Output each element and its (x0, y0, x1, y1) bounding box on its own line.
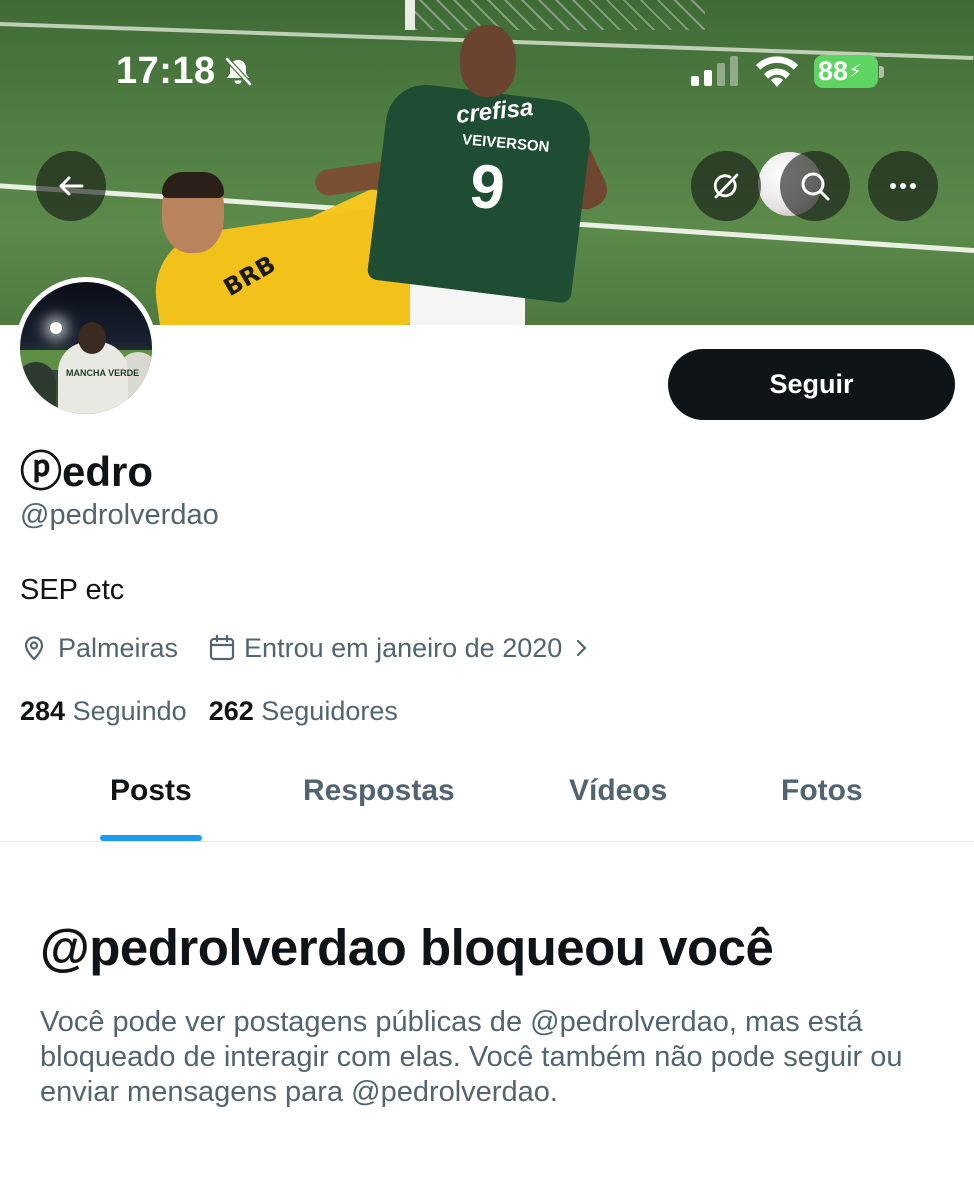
avatar-shirt-text: MANCHA VERDE (66, 368, 140, 378)
bell-slash-icon (225, 57, 252, 86)
tab-videos[interactable]: Vídeos (569, 774, 667, 808)
join-date-label[interactable]: Entrou em janeiro de 2020 (244, 633, 562, 664)
battery-charging-icon: 88 ⚡ (814, 55, 878, 88)
followers-link[interactable]: 262 Seguidores (209, 696, 398, 727)
location-label: Palmeiras (58, 632, 179, 663)
blocked-message: Você pode ver postagens públicas de @ped… (40, 1006, 903, 1108)
following-link[interactable]: 284 Seguindo (20, 696, 187, 727)
chevron-right-icon[interactable] (570, 637, 592, 659)
location-pin-icon (24, 636, 44, 661)
grok-button[interactable] (691, 151, 761, 221)
goalkeeper-hair (162, 172, 224, 198)
goal-net (405, 0, 705, 30)
cellular-signal-icon (691, 56, 738, 86)
follow-counts: 284 Seguindo 262 Seguidores (20, 696, 398, 727)
bio: SEP etc (20, 574, 125, 606)
back-button[interactable] (36, 151, 106, 221)
following-label: Seguindo (72, 696, 187, 726)
calendar-icon (209, 634, 235, 661)
more-options-button[interactable] (868, 151, 938, 221)
fan-head (78, 322, 106, 354)
display-name: ⓟedro (20, 448, 154, 495)
profile-meta: Palmeiras Entrou em janeiro de 2020 (20, 628, 592, 668)
wifi-icon (756, 56, 798, 87)
blocked-title: @pedrolverdao bloqueou você (40, 919, 774, 976)
profile-tabs: Posts Respostas Vídeos Fotos (0, 760, 974, 842)
search-icon (801, 172, 830, 201)
followers-count: 262 (208, 696, 254, 726)
followers-label: Seguidores (261, 696, 398, 726)
battery-cap (879, 66, 884, 78)
shirt-number-text: 9 (466, 151, 508, 224)
avatar-image: MANCHA VERDE (20, 282, 152, 414)
more-icon (890, 183, 916, 189)
player-head (460, 25, 516, 97)
status-time: 17:18 (116, 50, 216, 92)
following-count: 284 (20, 696, 66, 726)
grok-icon (713, 173, 739, 199)
tab-posts[interactable]: Posts (110, 774, 192, 808)
user-handle: @pedrolverdao (20, 499, 219, 531)
search-button[interactable] (780, 151, 850, 221)
fan-figure (20, 362, 56, 414)
tab-fotos[interactable]: Fotos (781, 774, 863, 808)
follow-button[interactable]: Seguir (668, 349, 955, 420)
avatar[interactable]: MANCHA VERDE (15, 277, 157, 419)
tab-respostas[interactable]: Respostas (303, 774, 455, 808)
battery-level: 88 (818, 56, 849, 86)
stadium-light (50, 322, 62, 334)
active-tab-indicator (100, 835, 202, 841)
back-arrow-icon (59, 176, 84, 196)
